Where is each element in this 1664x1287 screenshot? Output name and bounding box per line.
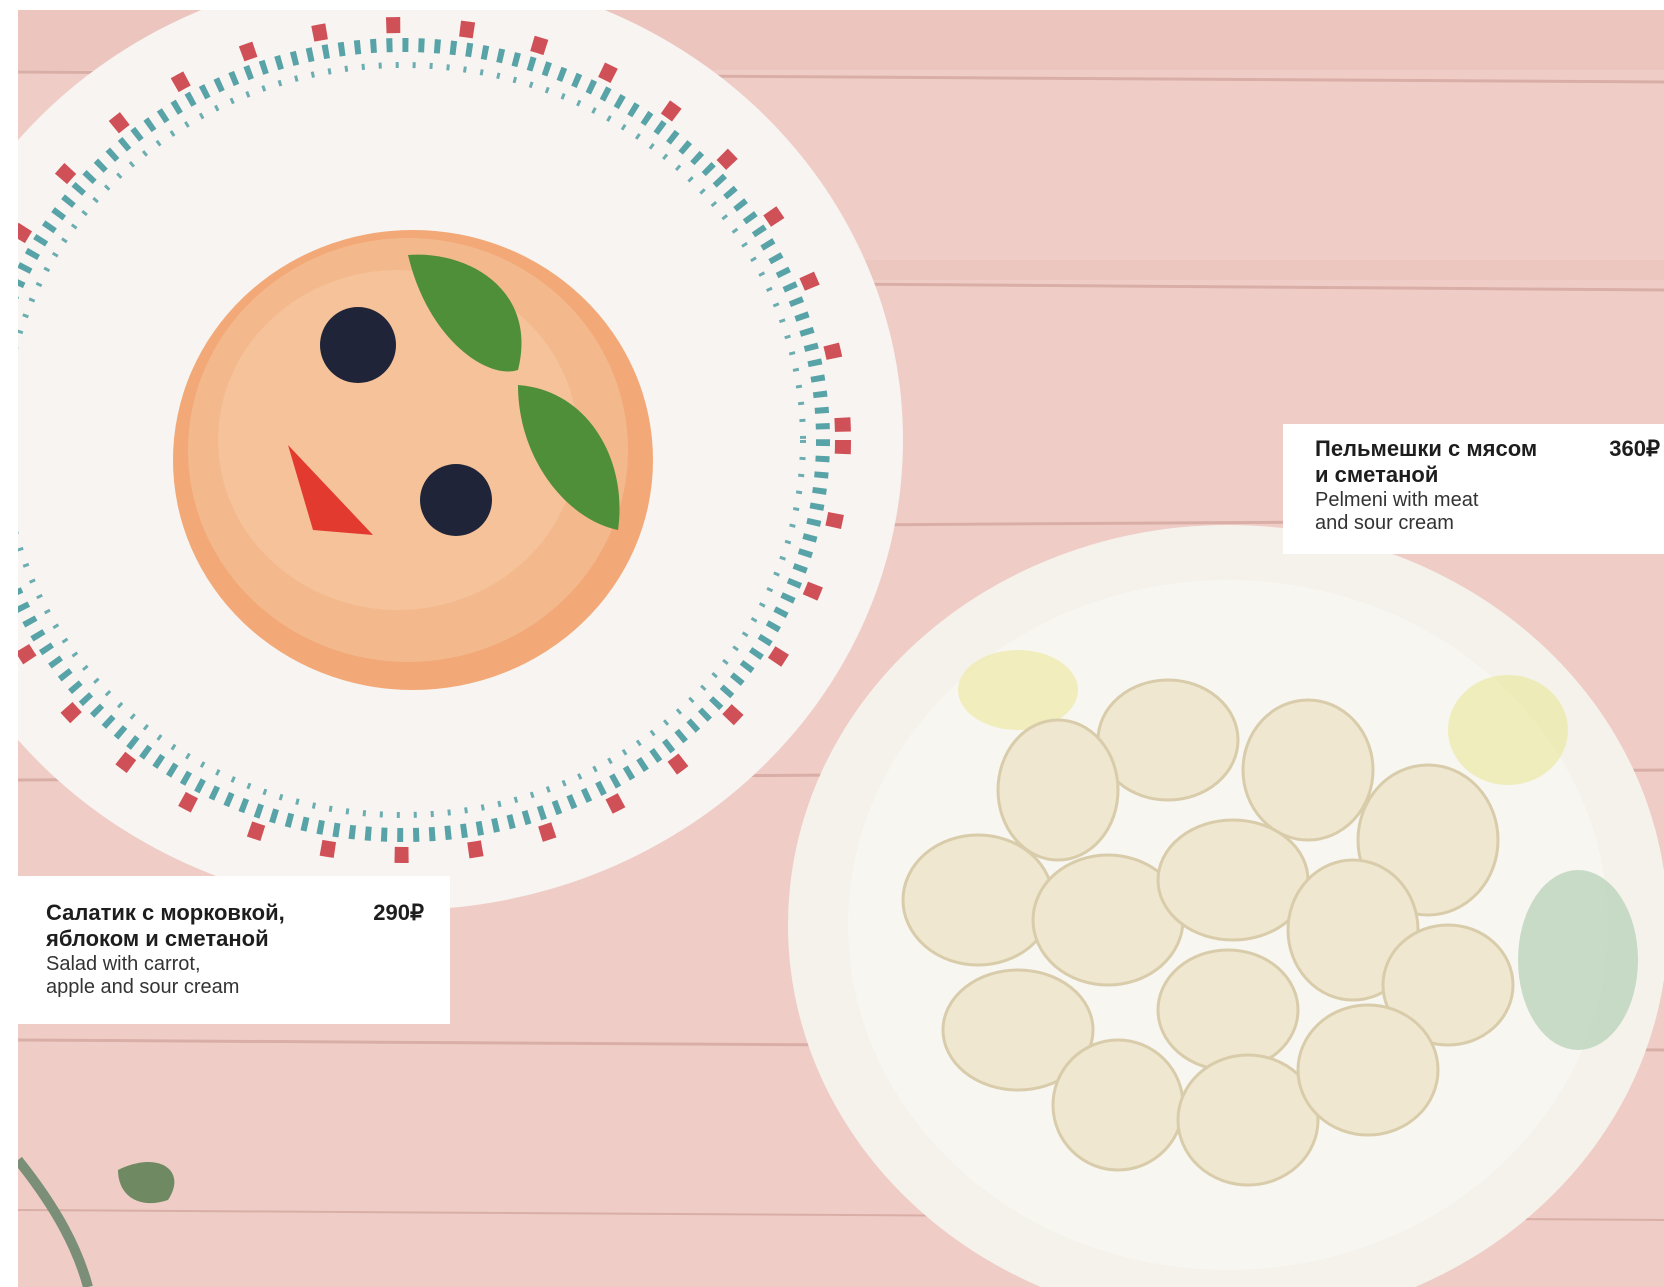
dish-name-en: Salad with carrot, apple and sour cream bbox=[46, 953, 240, 998]
menu-item-pelmeni: Пельмешки с мясом и сметаной 360₽ Pelmen… bbox=[1283, 424, 1664, 554]
dish-name-en: Pelmeni with meat and sour cream bbox=[1315, 489, 1479, 534]
menu-item-salad: Салатик с морковкой, яблоком и сметаной … bbox=[18, 876, 450, 1024]
dish-price: 360₽ bbox=[1609, 436, 1660, 461]
dish-name-ru: Пельмешки с мясом и сметаной bbox=[1315, 436, 1538, 487]
food-photo bbox=[18, 10, 1664, 1287]
dish-name-ru: Салатик с морковкой, яблоком и сметаной bbox=[46, 900, 285, 951]
dish-price: 290₽ bbox=[373, 900, 424, 925]
